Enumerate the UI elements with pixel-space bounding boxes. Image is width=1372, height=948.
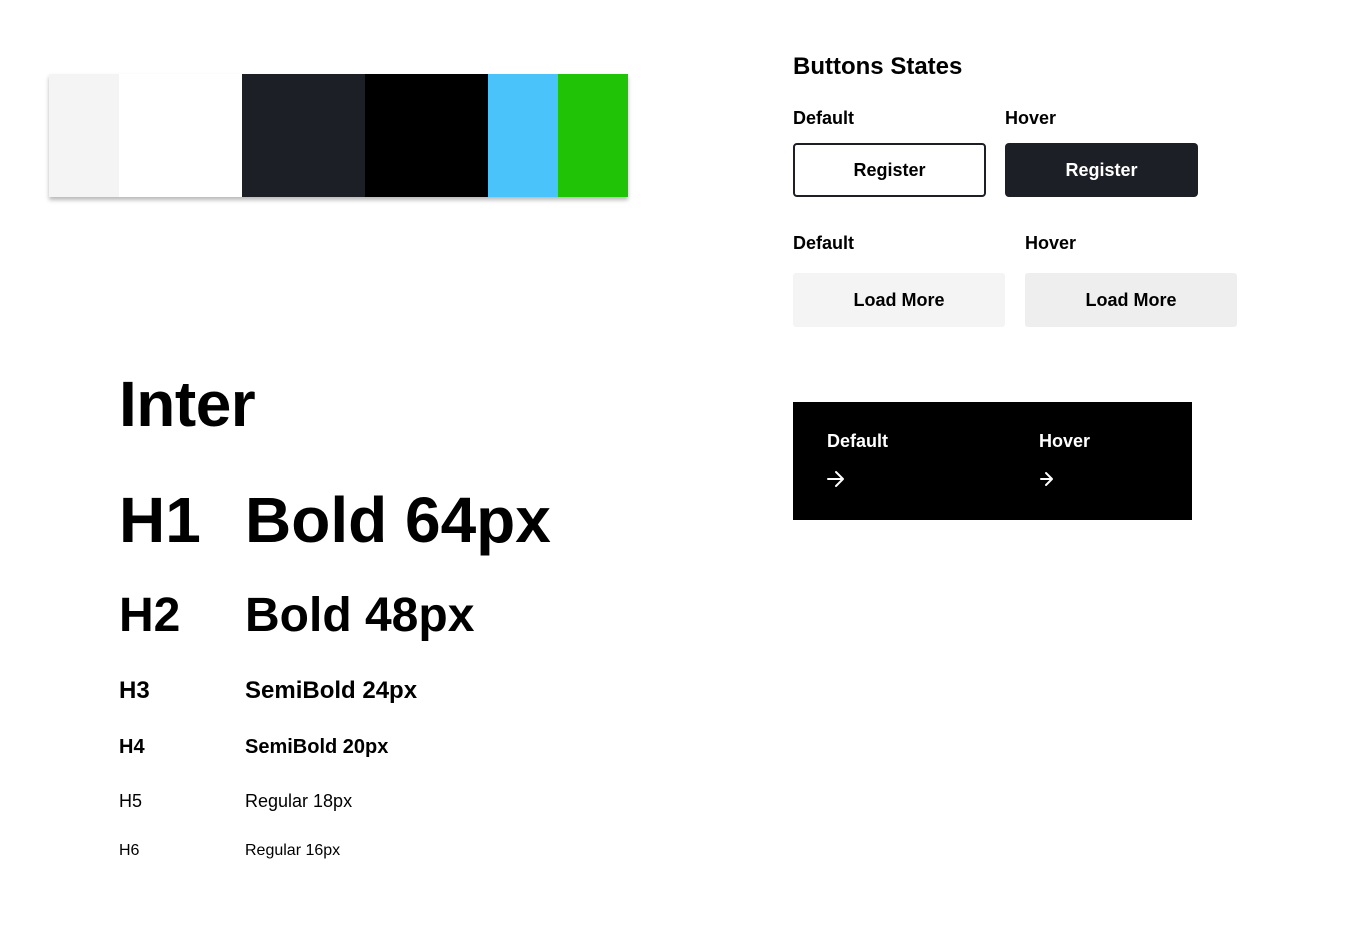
type-row-h6: H6 Regular 16px xyxy=(119,839,340,863)
type-spec: SemiBold 24px xyxy=(245,677,418,704)
type-spec: SemiBold 20px xyxy=(245,736,389,758)
load-more-button-default[interactable]: Load More xyxy=(793,273,1005,327)
type-row-h2: H2 Bold 48px xyxy=(119,586,474,646)
type-tag: H4 xyxy=(119,736,145,758)
type-row-h3: H3 SemiBold 24px xyxy=(119,674,417,708)
arrow-button-default[interactable] xyxy=(825,468,847,490)
arrow-right-icon xyxy=(827,471,844,487)
type-tag: H5 xyxy=(119,791,143,811)
arrow-right-icon xyxy=(1040,472,1053,486)
register-button-default[interactable]: Register xyxy=(793,143,986,197)
type-row-h5: H5 Regular 18px xyxy=(119,788,352,814)
swatch-black xyxy=(365,74,488,197)
color-palette xyxy=(49,74,628,197)
buttons-section-title: Buttons States xyxy=(793,53,963,80)
register-default-label: Default xyxy=(793,108,855,128)
register-hover-label: Hover xyxy=(1005,108,1057,128)
type-row-h1: H1 Bold 64px xyxy=(119,484,551,556)
type-row-h4: H4 SemiBold 20px xyxy=(119,733,388,761)
type-spec: Bold 48px xyxy=(245,589,475,642)
swatch-light-gray xyxy=(49,74,119,197)
swatch-charcoal xyxy=(242,74,365,197)
font-family-name: Inter xyxy=(119,368,256,440)
arrow-hover-label: Hover xyxy=(1039,431,1091,451)
type-spec: Regular 16px xyxy=(245,842,341,859)
load-more-default-label: Default xyxy=(793,233,855,253)
swatch-sky-blue xyxy=(488,74,558,197)
arrow-default-label: Default xyxy=(827,431,889,451)
swatch-white xyxy=(119,74,242,197)
type-tag: H6 xyxy=(119,842,140,859)
type-tag: H3 xyxy=(119,677,150,704)
type-spec: Regular 18px xyxy=(245,791,353,811)
register-button-hover[interactable]: Register xyxy=(1005,143,1198,197)
load-more-button-hover[interactable]: Load More xyxy=(1025,273,1237,327)
swatch-green xyxy=(558,74,628,197)
arrow-button-hover[interactable] xyxy=(1035,468,1057,490)
type-spec: Bold 64px xyxy=(245,484,551,556)
load-more-hover-label: Hover xyxy=(1025,233,1077,253)
arrow-buttons-panel: Default Hover xyxy=(793,402,1192,520)
type-tag: H1 xyxy=(119,484,201,556)
type-tag: H2 xyxy=(119,589,181,642)
